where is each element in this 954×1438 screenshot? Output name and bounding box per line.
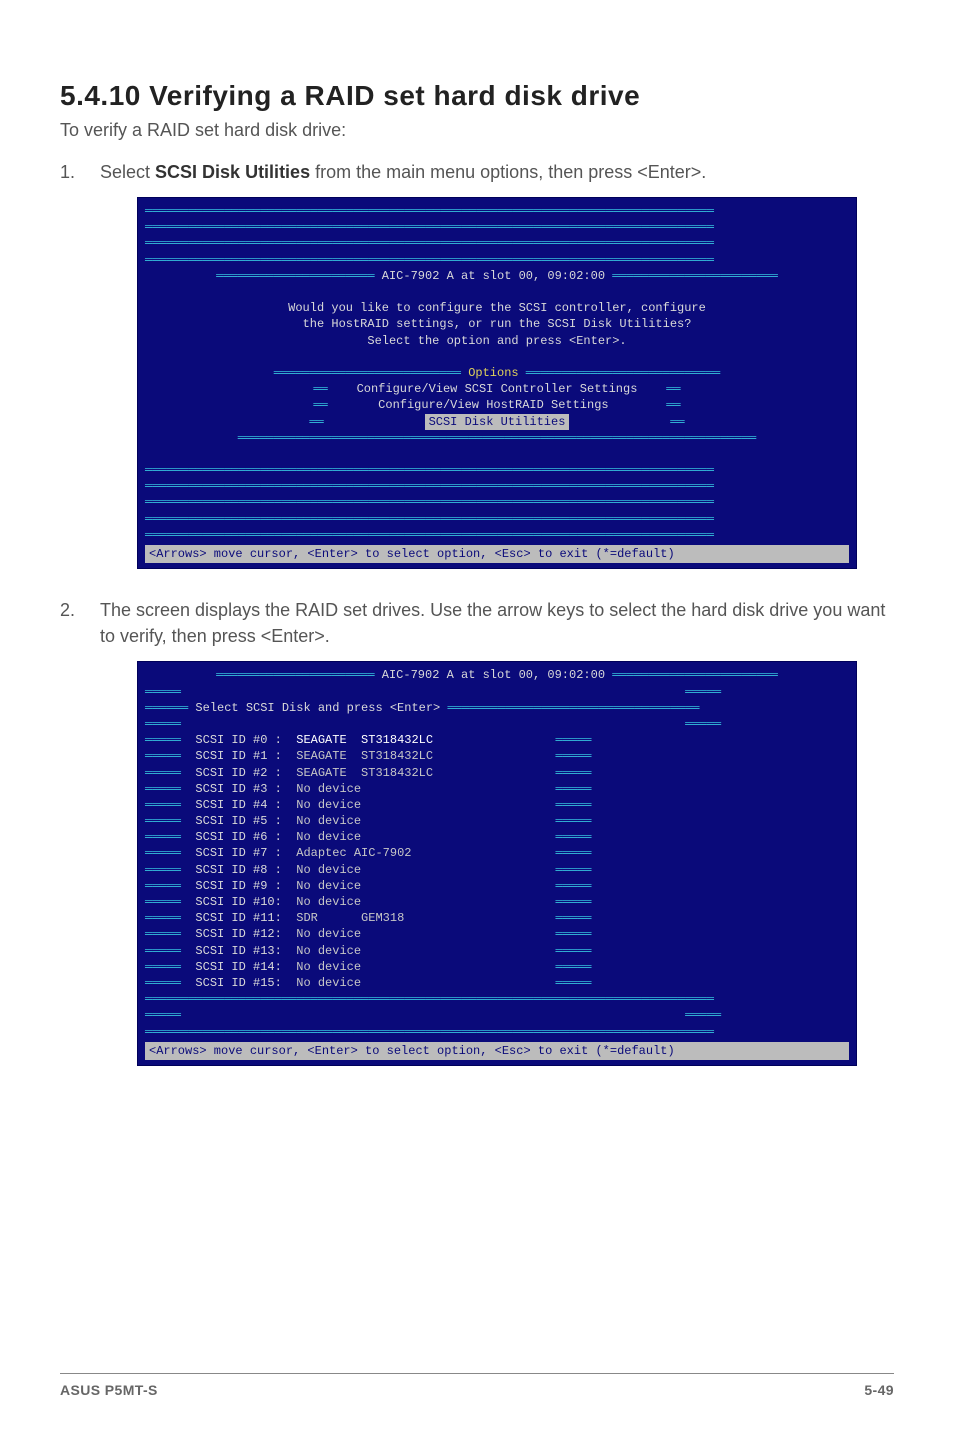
bios2-device-row[interactable]: ═════ SCSI ID #4 : No device ═════ [145,797,849,813]
bios2-device-row[interactable]: ═════ SCSI ID #5 : No device ═════ [145,813,849,829]
bios2-device-row[interactable]: ═════ SCSI ID #1 : SEAGATE ST318432LC ══… [145,748,849,764]
bios2-device-row[interactable]: ═════ SCSI ID #3 : No device ═════ [145,781,849,797]
page-footer-left: ASUS P5MT-S [60,1382,158,1398]
bios1-option-2[interactable]: ══ SCSI Disk Utilities ══ [145,414,849,430]
bios2-device-row[interactable]: ═════ SCSI ID #9 : No device ═════ [145,878,849,894]
bios1-blank3 [145,446,849,462]
bios1-option-1[interactable]: ══ Configure/View HostRAID Settings ══ [145,397,849,413]
step-2: The screen displays the RAID set drives.… [60,597,894,1066]
page-footer: ASUS P5MT-S 5-49 [60,1373,894,1398]
bios2-deco-bottom2: ═════ ═════ [145,1007,849,1023]
bios-screenshot-2: ══════════════════════ AIC-7902 A at slo… [137,661,857,1066]
bios1-deco: ════════════════════════════════════════… [145,219,849,235]
bios1-blank2 [145,349,849,365]
bios2-device-row[interactable]: ═════ SCSI ID #12: No device ═════ [145,926,849,942]
bios2-device-row[interactable]: ═════ SCSI ID #13: No device ═════ [145,943,849,959]
bios1-options-header: Options [468,366,518,380]
bios1-deco6: ════════════════════════════════════════… [145,494,849,510]
bios1-deco4: ════════════════════════════════════════… [145,462,849,478]
bios2-footer: <Arrows> move cursor, <Enter> to select … [145,1042,849,1060]
bios1-options-header-row: ══════════════════════════ Options ═════… [145,365,849,381]
scsi-disk-utilities-label: SCSI Disk Utilities [155,162,310,182]
bios1-prompt-3: Select the option and press <Enter>. [145,333,849,349]
bios1-options-bottom: ════════════════════════════════════════… [145,430,849,446]
step-1-pre: Select [100,162,155,182]
bios1-title: AIC-7902 A at slot 00, 09:02:00 [382,269,605,283]
section-heading: 5.4.10 Verifying a RAID set hard disk dr… [60,80,894,112]
bios1-option-2-label: SCSI Disk Utilities [425,414,570,430]
bios1-border-top: ════════════════════════════════════════… [145,203,849,219]
bios2-title-row: ══════════════════════ AIC-7902 A at slo… [145,667,849,683]
step-1: Select SCSI Disk Utilities from the main… [60,159,894,569]
bios1-blank1 [145,284,849,300]
bios1-prompt-2: the HostRAID settings, or run the SCSI D… [145,316,849,332]
step-1-post: from the main menu options, then press <… [310,162,706,182]
bios2-device-row[interactable]: ═════ SCSI ID #0 : SEAGATE ST318432LC ══… [145,732,849,748]
bios2-deco-bottom1: ════════════════════════════════════════… [145,991,849,1007]
bios2-device-list: ═════ SCSI ID #0 : SEAGATE ST318432LC ══… [145,732,849,991]
bios2-device-row[interactable]: ═════ SCSI ID #6 : No device ═════ [145,829,849,845]
bios2-device-row[interactable]: ═════ SCSI ID #11: SDR GEM318 ═════ [145,910,849,926]
bios1-option-0[interactable]: ══ Configure/View SCSI Controller Settin… [145,381,849,397]
page-footer-right: 5-49 [864,1382,894,1398]
intro-text: To verify a RAID set hard disk drive: [60,120,894,141]
bios2-subtitle-row2: ══════ Select SCSI Disk and press <Enter… [145,700,849,716]
bios1-deco3: ════════════════════════════════════════… [145,252,849,268]
bios2-device-row[interactable]: ═════ SCSI ID #7 : Adaptec AIC-7902 ════… [145,845,849,861]
bios2-device-row[interactable]: ═════ SCSI ID #15: No device ═════ [145,975,849,991]
bios2-device-row[interactable]: ═════ SCSI ID #10: No device ═════ [145,894,849,910]
bios1-option-0-label: Configure/View SCSI Controller Settings [357,382,638,396]
bios1-title-row: ══════════════════════ AIC-7902 A at slo… [145,268,849,284]
bios2-title: AIC-7902 A at slot 00, 09:02:00 [382,668,605,682]
bios2-subtitle-row: ═════ ═════ [145,684,849,700]
bios1-option-1-label: Configure/View HostRAID Settings [378,398,608,412]
bios2-deco-bottom3: ════════════════════════════════════════… [145,1024,849,1040]
bios2-device-row[interactable]: ═════ SCSI ID #2 : SEAGATE ST318432LC ══… [145,765,849,781]
bios1-deco7: ════════════════════════════════════════… [145,511,849,527]
bios2-blank: ═════ ═════ [145,716,849,732]
bios2-device-row[interactable]: ═════ SCSI ID #8 : No device ═════ [145,862,849,878]
bios2-device-row[interactable]: ═════ SCSI ID #14: No device ═════ [145,959,849,975]
bios1-deco8: ════════════════════════════════════════… [145,527,849,543]
bios2-subtitle: Select SCSI Disk and press <Enter> [195,701,440,715]
bios1-deco5: ════════════════════════════════════════… [145,478,849,494]
bios1-footer: <Arrows> move cursor, <Enter> to select … [145,545,849,563]
bios1-prompt-1: Would you like to configure the SCSI con… [145,300,849,316]
bios1-deco2: ════════════════════════════════════════… [145,235,849,251]
bios-screenshot-1: ════════════════════════════════════════… [137,197,857,569]
step-2-text: The screen displays the RAID set drives.… [100,600,885,646]
